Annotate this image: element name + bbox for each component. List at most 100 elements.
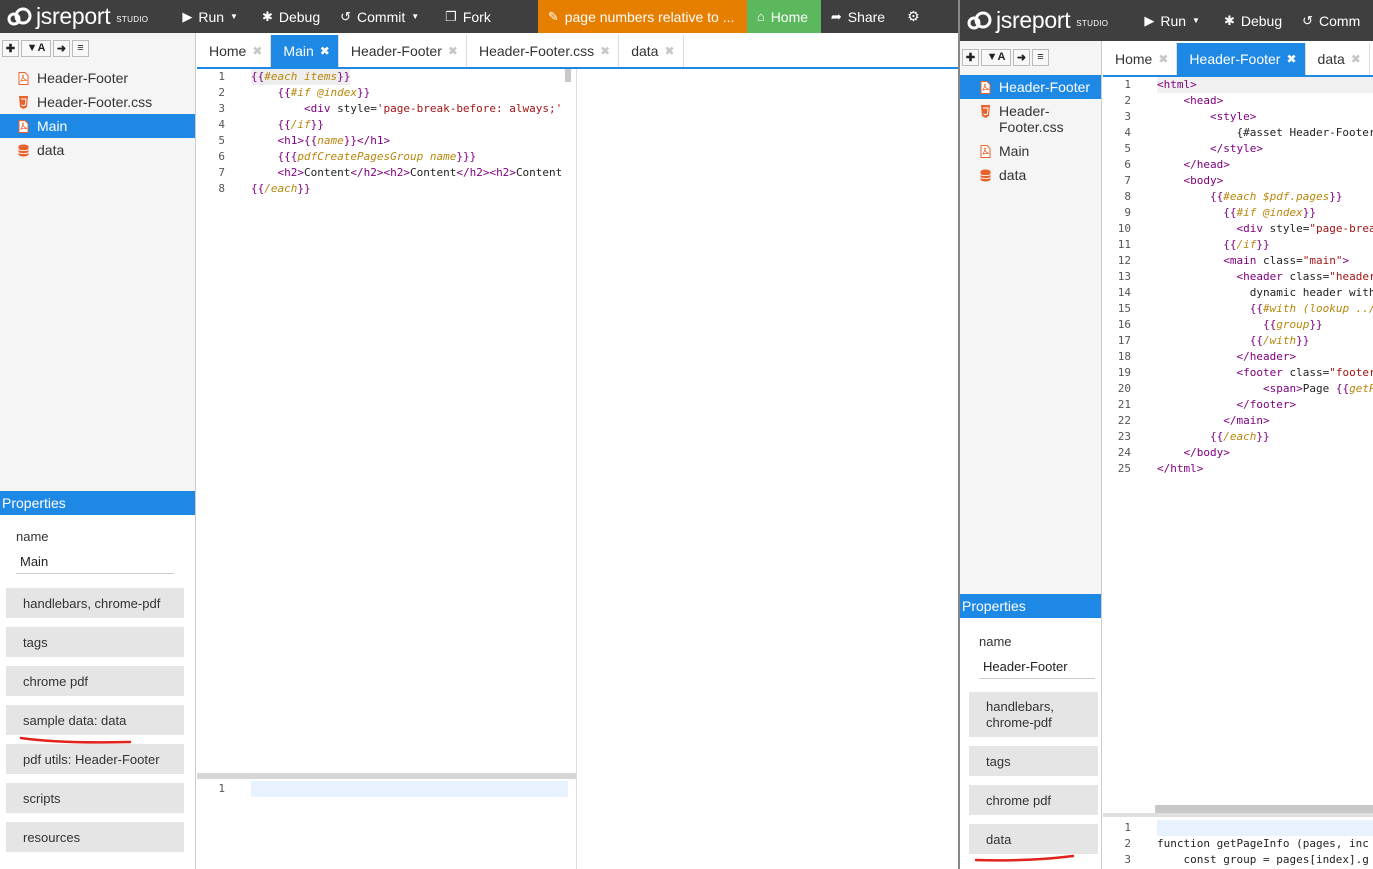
- tab-header-footer[interactable]: Header-Footer ✖: [339, 35, 467, 67]
- home-button[interactable]: ⌂ Home: [746, 0, 821, 33]
- tree-item-data[interactable]: data: [0, 138, 195, 162]
- name-input[interactable]: Header-Footer: [979, 654, 1095, 679]
- filter-icon: ▼A: [26, 42, 46, 54]
- tags-section[interactable]: tags: [6, 627, 184, 657]
- debug-button[interactable]: ✱ Debug: [252, 0, 330, 33]
- menu-button[interactable]: ≡: [1032, 48, 1049, 66]
- filter-button[interactable]: ▼A: [981, 48, 1011, 66]
- close-icon[interactable]: ✖: [448, 44, 458, 58]
- editor-scrollbar[interactable]: [565, 69, 571, 82]
- code-line: 1 <html>: [1103, 77, 1373, 93]
- name-input[interactable]: Main: [16, 549, 174, 574]
- tree-item-main[interactable]: Main: [960, 139, 1101, 163]
- pdf-utils-section[interactable]: pdf utils: Header-Footer: [6, 744, 184, 774]
- tree-item-data[interactable]: data: [960, 163, 1101, 187]
- chevron-down-icon[interactable]: ▼: [1192, 16, 1200, 25]
- code-line: 13 <header class="header": [1103, 269, 1373, 285]
- tab-header-footer[interactable]: Header-Footer ✖: [1177, 43, 1306, 75]
- preview-pane[interactable]: [577, 69, 958, 869]
- filter-button[interactable]: ▼A: [21, 39, 51, 57]
- tab-label: Main: [283, 43, 314, 59]
- properties-header: Properties: [0, 491, 195, 515]
- gear-icon: ⚙: [907, 8, 920, 24]
- code-text: <div style='page-break-before: always;': [303, 102, 563, 115]
- add-entity-button[interactable]: ✚: [2, 39, 19, 57]
- close-icon[interactable]: ✖: [1286, 52, 1296, 66]
- close-icon[interactable]: ✖: [600, 44, 610, 58]
- code-lines: 1 2 function getPageInfo (pages, inc 3 co…: [1103, 820, 1373, 868]
- tags-section[interactable]: tags: [969, 746, 1098, 776]
- tree-item-header-footer[interactable]: Header-Footer: [960, 75, 1101, 99]
- close-icon[interactable]: ✖: [252, 44, 262, 58]
- share-button[interactable]: ➦ Share: [821, 0, 895, 33]
- horizontal-scrollbar[interactable]: [1155, 805, 1373, 813]
- tab-data[interactable]: data ✖: [619, 35, 684, 67]
- debug-button[interactable]: ✱ Debug: [1214, 0, 1292, 41]
- template-code-editor[interactable]: 1 <html> 2 <head> 3 <style> 4 {#asset Hea…: [1103, 77, 1373, 805]
- run-button[interactable]: ▶ Run ▼: [172, 0, 248, 33]
- code-line: 5 </style>: [1103, 141, 1373, 157]
- tab-header-footer-css[interactable]: Header-Footer.css ✖: [467, 35, 620, 67]
- template-title-button[interactable]: ✎ page numbers relative to ...: [537, 0, 747, 33]
- logo-subtext: STUDIO: [1076, 19, 1109, 28]
- run-button[interactable]: ▶ Run ▼: [1134, 0, 1210, 41]
- code-line: 7 <body>: [1103, 173, 1373, 189]
- engine-recipe-section[interactable]: handlebars, chrome-pdf: [969, 692, 1098, 737]
- jsreport-logo[interactable]: jsreport STUDIO: [960, 0, 1108, 41]
- jsreport-logo[interactable]: jsreport STUDIO: [0, 0, 148, 33]
- helpers-code-editor[interactable]: 1: [197, 779, 576, 869]
- red-underline-annotation: [974, 854, 1075, 862]
- tree-item-main[interactable]: Main: [0, 114, 195, 138]
- resources-section[interactable]: resources: [6, 822, 184, 852]
- tree-item-header-footer-css[interactable]: Header-Footer.css: [960, 99, 1101, 139]
- line-number: 2: [218, 86, 225, 99]
- line-number: 3: [1124, 853, 1131, 866]
- menu-button[interactable]: ≡: [72, 39, 89, 57]
- code-line: 7 <h2>Content</h2><h2>Content</h2><h2>Co…: [197, 165, 577, 181]
- chrome-pdf-section[interactable]: chrome pdf: [6, 666, 184, 696]
- line-number: 2: [1124, 837, 1131, 850]
- chevron-down-icon[interactable]: ▼: [411, 12, 419, 21]
- tree-item-label: data: [37, 142, 65, 158]
- tree-item-header-footer[interactable]: Header-Footer: [0, 66, 195, 90]
- code-line: 10 <div style="page-break-before:: [1103, 221, 1373, 237]
- code-line: 5 <h1>{{name}}</h1>: [197, 133, 577, 149]
- template-title: page numbers relative to ...: [564, 8, 735, 25]
- template-code-editor[interactable]: 1 {{#each items}} 2 {{#if @index}} 3 <div…: [197, 69, 577, 773]
- code-lines: 1 {{#each items}} 2 {{#if @index}} 3 <div…: [197, 69, 577, 197]
- close-icon[interactable]: ✖: [320, 44, 330, 58]
- data-section[interactable]: data: [969, 824, 1098, 854]
- navigate-button[interactable]: ➜: [1013, 48, 1030, 66]
- code-line: 6 </head>: [1103, 157, 1373, 173]
- tree-item-label: Main: [37, 118, 68, 134]
- helpers-code-editor[interactable]: 1 2 function getPageInfo (pages, inc 3 co…: [1103, 817, 1373, 869]
- scripts-section[interactable]: scripts: [6, 783, 184, 813]
- commit-button[interactable]: ↺ Comm: [1292, 0, 1370, 41]
- tab-data[interactable]: data ✖: [1306, 43, 1370, 75]
- settings-button[interactable]: ⚙: [897, 0, 930, 33]
- fork-button[interactable]: ❐ Fork: [435, 0, 501, 33]
- code-text: {{#each $pdf.pages}}: [1209, 190, 1343, 203]
- close-icon[interactable]: ✖: [1158, 52, 1168, 66]
- close-icon[interactable]: ✖: [1351, 52, 1361, 66]
- code-line: 21 </footer>: [1103, 397, 1373, 413]
- close-icon[interactable]: ✖: [664, 44, 674, 58]
- chevron-down-icon[interactable]: ▼: [230, 12, 238, 21]
- code-text: function getPageInfo (pages, inc: [1157, 837, 1369, 850]
- tab-main[interactable]: Main ✖: [271, 35, 339, 67]
- tree-item-header-footer-css[interactable]: Header-Footer.css: [0, 90, 195, 114]
- tab-label: Home: [209, 43, 247, 59]
- tab-home[interactable]: Home ✖: [1103, 43, 1178, 75]
- tab-home[interactable]: Home ✖: [197, 35, 272, 67]
- chrome-pdf-section[interactable]: chrome pdf: [969, 785, 1098, 815]
- navigate-button[interactable]: ➜: [53, 39, 70, 57]
- engine-recipe-section[interactable]: handlebars, chrome-pdf: [6, 588, 184, 618]
- code-line: 16 {{group}}: [1103, 317, 1373, 333]
- tree-item-label: Main: [999, 143, 1030, 159]
- add-entity-button[interactable]: ✚: [962, 48, 979, 66]
- code-line: 25 </html>: [1103, 461, 1373, 477]
- line-number: 8: [1124, 190, 1131, 203]
- commit-button[interactable]: ↺ Commit ▼: [330, 0, 429, 33]
- sample-data-section[interactable]: sample data: data: [6, 705, 184, 735]
- tree-item-label: Header-Footer: [37, 70, 129, 86]
